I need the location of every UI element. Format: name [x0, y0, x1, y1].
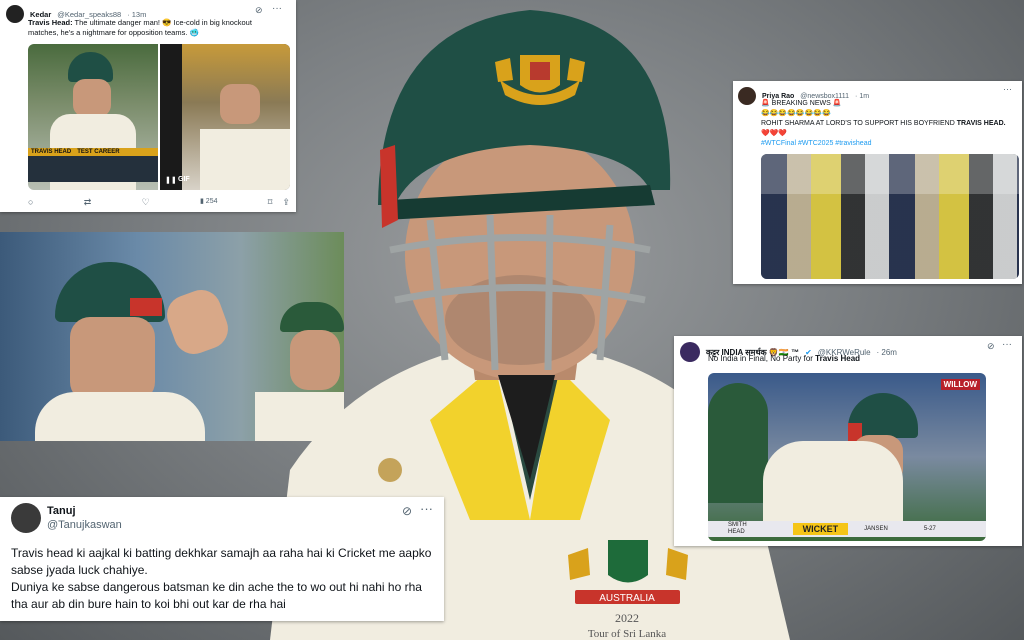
more-options-icon[interactable]: ··· — [420, 501, 433, 516]
score-batter-2: HEAD — [728, 529, 745, 535]
pause-icon[interactable]: ❚❚ — [165, 176, 177, 184]
tweet-line-4: ❤️❤️❤️ — [761, 130, 788, 137]
like-icon[interactable]: ♡ — [142, 197, 150, 208]
tweet-card-priya[interactable]: Priya Rao @newsbox1111 · 1m ··· 🚨 BREAKI… — [733, 81, 1022, 284]
jersey-tour-text: Tour of Sri Lanka — [588, 628, 666, 640]
tweet-video-frame[interactable]: WILLOW SMITH HEAD WICKET JANSEN 5-27 — [708, 373, 986, 541]
score-bar: SMITH HEAD WICKET JANSEN 5-27 — [708, 521, 986, 537]
tweet-actions: ○ ⇄ ♡ ▮ 254 ⌑ ⇪ — [28, 197, 290, 208]
score-figures: 5-27 — [923, 526, 936, 532]
tweet-gif[interactable]: ❚❚ GIF — [160, 44, 290, 190]
tweet-line-3: ROHIT SHARMA AT LORD'S TO SUPPORT HIS BO… — [761, 120, 957, 127]
jersey-tour-year: 2022 — [615, 611, 639, 625]
score-batter-1: SMITH — [728, 522, 747, 528]
views-value: 254 — [205, 198, 218, 205]
more-options-icon[interactable]: ··· — [1003, 84, 1012, 94]
tweet-line-1: 🚨 BREAKING NEWS 🚨 — [761, 100, 842, 107]
tweet-image-left[interactable]: TRAVIS HEAD TEST CAREER — [28, 44, 158, 190]
tweet-hashtags[interactable]: #WTCFinal #WTC2025 #travishead — [761, 139, 1016, 149]
tweet-line-2: 😂😂😂😂😂😂😂😂 — [761, 110, 831, 117]
avatar[interactable] — [738, 87, 756, 105]
tweet-text: No India in Final, No Party for Travis H… — [708, 354, 860, 363]
score-bowler: JANSEN — [864, 526, 888, 532]
tweet-author-name[interactable]: Tanuj — [47, 504, 122, 518]
avatar[interactable] — [680, 342, 700, 362]
views-count[interactable]: ▮ 254 — [200, 197, 217, 208]
stats-player-name: TRAVIS HEAD — [31, 149, 72, 155]
tweet-timestamp[interactable]: · 26m — [877, 348, 897, 357]
grok-icon[interactable]: ⊘ — [987, 341, 995, 352]
retweet-icon[interactable]: ⇄ — [84, 197, 92, 208]
tweet-author-handle[interactable]: @Tanujkaswan — [47, 518, 122, 532]
jersey-badge-text: AUSTRALIA — [599, 593, 655, 604]
tweet-line-3-bold: TRAVIS HEAD. — [956, 120, 1006, 127]
tweet-image-crowd[interactable] — [761, 154, 1019, 279]
avatar[interactable] — [6, 5, 24, 23]
tweet-text-bold: Travis Head: — [28, 18, 73, 27]
grok-icon[interactable]: ⊘ — [402, 504, 412, 518]
share-icon[interactable]: ⇪ — [282, 197, 290, 208]
tweet-paragraph-2: Duniya ke sabse dangerous batsman ke din… — [11, 580, 422, 611]
more-options-icon[interactable]: ··· — [1002, 339, 1012, 350]
tweet-text: 🚨 BREAKING NEWS 🚨 😂😂😂😂😂😂😂😂 ROHIT SHARMA … — [761, 99, 1016, 149]
bookmark-icon[interactable]: ⌑ — [268, 197, 273, 208]
grok-icon[interactable]: ⊘ — [255, 5, 263, 16]
reply-icon[interactable]: ○ — [28, 197, 33, 208]
stats-bar: TRAVIS HEAD TEST CAREER — [28, 148, 158, 182]
more-options-icon[interactable]: ··· — [272, 3, 282, 14]
broadcaster-logo: WILLOW — [940, 379, 980, 390]
avatar[interactable] — [11, 503, 41, 533]
tweet-text-bold: Travis Head — [815, 354, 861, 363]
tweet-card-kkr[interactable]: कट्टर INDIA समर्थक 🦁🇮🇳 ™ ✔ @KKRWeRule · … — [674, 336, 1022, 546]
tweet-card-tanuj[interactable]: Tanuj @Tanujkaswan ⊘ ··· Travis head ki … — [0, 497, 444, 621]
tweet-text-body: No India in Final, No Party for — [708, 354, 816, 363]
gif-label: GIF — [178, 176, 190, 183]
tweet-paragraph-1: Travis head ki aajkal ki batting dekhkar… — [11, 546, 432, 577]
stats-subtitle: TEST CAREER — [77, 149, 120, 155]
tweet-text: Travis Head: The ultimate danger man! 😎 … — [28, 18, 268, 38]
tweet-card-kedar[interactable]: Kedar @Kedar_speaks88 · 13m ⊘ ··· Travis… — [0, 0, 296, 212]
tweet-text: Travis head ki aajkal ki batting dekhkar… — [11, 545, 441, 613]
wicket-banner: WICKET — [792, 523, 849, 535]
player-celebration-photo — [0, 232, 344, 441]
